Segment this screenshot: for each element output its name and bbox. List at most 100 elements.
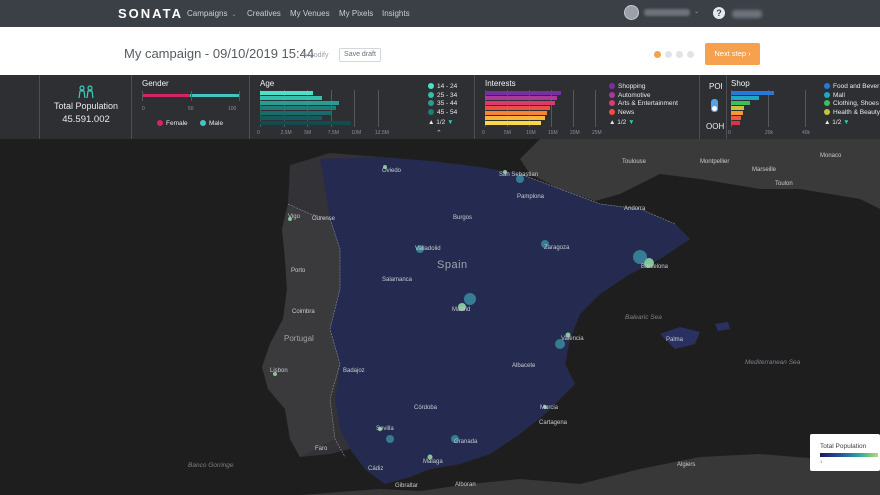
nav-my-pixels[interactable]: My Pixels [339, 9, 373, 18]
help-icon[interactable]: ? [713, 7, 725, 19]
age-legend-item[interactable]: 45 - 54 [428, 108, 457, 116]
age-bar[interactable] [260, 111, 331, 115]
map-label-city: Cartagena [539, 420, 568, 426]
interests-legend-item[interactable]: Shopping [609, 83, 645, 90]
up-arrow-icon[interactable]: ▲ [428, 119, 434, 126]
map-label-city: Faro [315, 446, 328, 452]
ooh-label[interactable]: OOH [706, 122, 724, 131]
interests-bar[interactable] [485, 96, 558, 100]
shop-bar[interactable] [731, 111, 743, 115]
down-arrow-icon[interactable]: ▼ [447, 119, 453, 126]
interests-legend-item[interactable]: Arts & Entertainment [609, 100, 678, 107]
map-label-city: Andorra [624, 206, 646, 212]
age-bar[interactable] [260, 96, 323, 100]
map-label-city: Sevilla [376, 426, 394, 432]
shop-legend-item[interactable]: Clothing, Shoes [824, 100, 879, 107]
next-step-button[interactable]: Next step › [705, 43, 760, 65]
shop-bar[interactable] [731, 91, 774, 95]
map-label-city: Montpellier [700, 159, 730, 165]
shop-gridline [805, 90, 806, 127]
shop-legend-item[interactable]: Mall [824, 91, 845, 99]
shop-tick: 0 [728, 130, 731, 136]
step-dot-1[interactable] [654, 51, 661, 58]
age-title: Age [260, 79, 275, 88]
chevron-down-icon: ⌄ [694, 9, 700, 15]
user-menu[interactable]: ⌄ [624, 5, 700, 21]
shop-legend-item[interactable]: Food and Bever [824, 83, 879, 90]
interests-gridline [573, 90, 574, 127]
interests-bar[interactable] [485, 111, 548, 115]
account-blurred[interactable] [732, 10, 762, 18]
interests-bar[interactable] [485, 121, 542, 125]
map-label-city: Porto [291, 268, 306, 274]
step-dot-2[interactable] [665, 51, 672, 58]
age-bar[interactable] [260, 101, 340, 105]
map-label-city: Murcia [540, 405, 559, 411]
population-label: Total Population [53, 101, 119, 111]
shop-dot-icon [824, 108, 830, 115]
shop-bar[interactable] [731, 96, 759, 100]
map-label-sea: Mediterranean Sea [745, 359, 801, 366]
gender-bar[interactable] [142, 91, 240, 101]
step-dot-3[interactable] [676, 51, 683, 58]
top-nav: SONATA Campaigns ⌄ Creatives My Venues My… [0, 0, 880, 27]
chevron-down-icon: ⌄ [231, 12, 237, 18]
map-base [262, 139, 880, 495]
map-label-city: Córdoba [414, 405, 438, 411]
up-arrow-icon[interactable]: ▲ [609, 119, 615, 126]
gender-bar-male[interactable] [189, 94, 239, 97]
age-bar[interactable] [260, 121, 351, 125]
save-draft-button[interactable]: Save draft [339, 48, 381, 62]
age-pager[interactable]: ▲ 1/2 ▼ [428, 119, 454, 126]
nav-my-venues[interactable]: My Venues [290, 9, 330, 18]
nav-campaigns[interactable]: Campaigns ⌄ [187, 9, 237, 18]
interests-legend-item[interactable]: Automotive [609, 91, 651, 99]
shop-bar[interactable] [731, 116, 742, 120]
age-chart: 0 2.5M 5M 7.5M 10M 12.5M [257, 90, 389, 136]
nav-creatives[interactable]: Creatives [247, 9, 281, 18]
toggle-icon[interactable] [711, 99, 718, 112]
shop-title: Shop [731, 79, 750, 88]
legend-female[interactable]: Female [157, 120, 188, 127]
interests-bar[interactable] [485, 91, 561, 95]
age-legend-item[interactable]: 25 - 34 [428, 91, 457, 99]
shop-pager[interactable]: ▲ 1/2 ▼ [824, 119, 850, 126]
population-value: 45.591.002 [62, 114, 110, 125]
map-label-city: Gibraltar [395, 483, 419, 489]
modify-link[interactable]: ✎Modify [302, 51, 329, 59]
down-arrow-icon[interactable]: ▼ [843, 119, 849, 126]
shop-bar[interactable] [731, 101, 750, 105]
shop-legend-item[interactable]: Health & Beauty [824, 108, 880, 116]
up-arrow-icon[interactable]: ▲ [824, 119, 830, 126]
age-bar[interactable] [260, 116, 323, 120]
interests-bar[interactable] [485, 116, 545, 120]
nav-insights[interactable]: Insights [382, 9, 410, 18]
audience-panel: Total Population 45.591.002 Gender 0 50 … [0, 75, 880, 139]
shop-bar[interactable] [731, 106, 745, 110]
interests-dot-icon [609, 83, 615, 89]
poi-title: POI [709, 82, 723, 91]
age-bar[interactable] [260, 91, 313, 95]
map-label-city: San Sebastian [499, 172, 539, 178]
down-arrow-icon[interactable]: ▼ [628, 119, 634, 126]
age-legend-item[interactable]: 35 - 44 [428, 100, 457, 107]
collapse-panel-icon[interactable]: ⌃ [436, 129, 442, 137]
interests-bar[interactable] [485, 106, 551, 110]
gender-section: Gender 0 50 100 Female Male [131, 75, 249, 139]
step-dot-4[interactable] [687, 51, 694, 58]
population-map[interactable]: Toulouse Montpellier Marseille Monaco Toulon… [0, 139, 880, 495]
map-label-city: Ourense [312, 216, 336, 222]
age-legend-item[interactable]: 14 - 24 [428, 83, 457, 90]
map-label-city: Málaga [423, 459, 443, 465]
age-tick: 12.5M [375, 130, 389, 136]
sonata-logo[interactable]: SONATA [118, 6, 183, 21]
shop-bar[interactable] [731, 121, 740, 125]
gender-bar-female[interactable] [142, 94, 190, 97]
age-dot-icon [428, 108, 434, 115]
interests-section: Interests 0 5M 10M 15M 20M 25M ▲ 1/2 ▼ Shoppi… [474, 75, 699, 139]
age-bar[interactable] [260, 106, 336, 110]
interests-bar[interactable] [485, 101, 555, 105]
legend-male[interactable]: Male [200, 120, 223, 127]
interests-legend-item[interactable]: News [609, 108, 634, 116]
interests-pager[interactable]: ▲ 1/2 ▼ [609, 119, 635, 126]
